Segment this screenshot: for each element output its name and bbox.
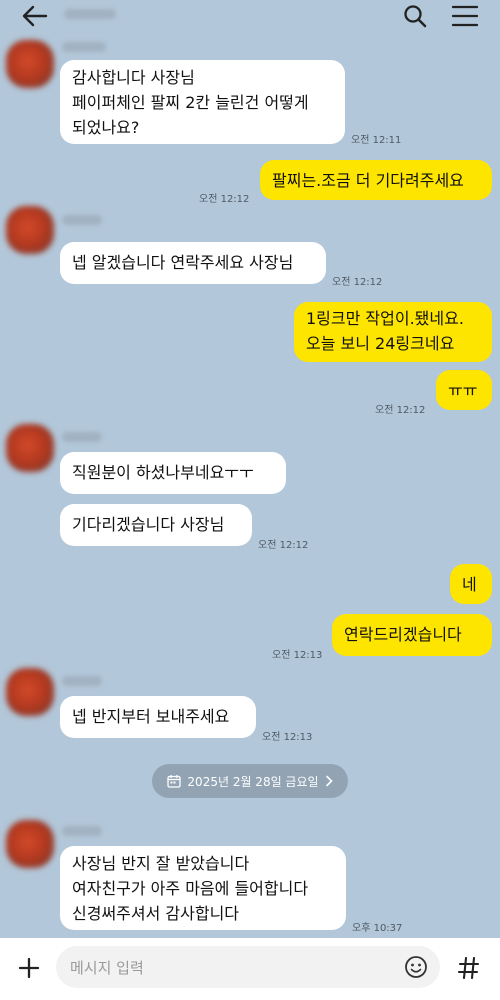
message-line: 연락드리겠습니다 [344, 625, 462, 644]
message-bubble-incoming[interactable]: 넵 알겠습니다 연락주세요 사장님 [60, 242, 326, 284]
top-bar [0, 0, 500, 32]
avatar[interactable] [6, 668, 54, 716]
calendar-icon [167, 775, 182, 788]
message-time: 오전 12:11 [351, 135, 402, 146]
message-line: 신경써주셔서 감사합니다 [72, 904, 240, 923]
search-icon[interactable] [403, 4, 427, 28]
message-time: 오전 12:12 [199, 194, 250, 205]
message-composer [0, 938, 500, 1000]
message-input[interactable] [68, 952, 392, 984]
avatar[interactable] [6, 820, 54, 868]
message-line: 여자친구가 아주 마음에 들어합니다 [72, 879, 309, 898]
message-time: 오후 10:37 [352, 923, 403, 934]
message-time: 오전 12:12 [332, 277, 383, 288]
message-time: 오전 12:12 [375, 405, 426, 416]
hash-icon[interactable] [458, 956, 480, 980]
avatar[interactable] [6, 424, 54, 472]
message-line: 직원분이 하셨나부네요ㅜㅜ [72, 463, 254, 482]
message-line: 네 [462, 575, 477, 594]
avatar[interactable] [6, 40, 54, 88]
message-line: 감사합니다 사장님 [72, 68, 195, 87]
message-line: 사장님 반지 잘 받았습니다 [72, 854, 250, 873]
hamburger-menu-icon[interactable] [452, 5, 478, 27]
date-divider[interactable]: 2025년 2월 28일 금요일 [152, 764, 348, 798]
message-line: 넵 반지부터 보내주세요 [72, 707, 230, 726]
message-line: 오늘 보니 24링크네요 [306, 334, 455, 353]
arrow-left-icon[interactable] [20, 4, 48, 28]
avatar[interactable] [6, 206, 54, 254]
message-line: ㅠㅠ [448, 381, 478, 400]
message-bubble-incoming[interactable]: 직원분이 하셨나부네요ㅜㅜ [60, 452, 286, 494]
message-bubble-incoming[interactable]: 감사합니다 사장님 페이퍼체인 팔찌 2칸 늘린건 어떻게 되었나요? [60, 60, 345, 144]
message-bubble-outgoing[interactable]: 네 [450, 564, 492, 604]
emoji-icon[interactable] [404, 955, 428, 979]
message-bubble-incoming[interactable]: 사장님 반지 잘 받았습니다 여자친구가 아주 마음에 들어합니다 신경써주셔서… [60, 846, 346, 930]
sender-name-blurred [62, 826, 102, 836]
message-time: 오전 12:12 [258, 540, 309, 551]
message-input-container[interactable] [56, 946, 440, 988]
chat-partner-name-blurred [64, 9, 116, 19]
message-bubble-outgoing[interactable]: 1링크만 작업이.됐네요. 오늘 보니 24링크네요 [294, 302, 492, 362]
message-bubble-incoming[interactable]: 넵 반지부터 보내주세요 [60, 696, 256, 738]
message-bubble-outgoing[interactable]: ㅠㅠ [436, 370, 492, 410]
message-bubble-outgoing[interactable]: 팔찌는.조금 더 기다려주세요 [260, 160, 492, 200]
message-time: 오전 12:13 [262, 732, 313, 743]
message-bubble-outgoing[interactable]: 연락드리겠습니다 [332, 614, 492, 656]
sender-name-blurred [62, 215, 102, 225]
date-divider-text: 2025년 2월 28일 금요일 [187, 774, 319, 789]
message-time: 오전 12:13 [272, 650, 323, 661]
sender-name-blurred [62, 432, 102, 442]
chevron-right-icon [325, 775, 333, 787]
message-line: 1링크만 작업이.됐네요. [306, 309, 464, 328]
message-line: 기다리겠습니다 사장님 [72, 515, 225, 534]
message-bubble-incoming[interactable]: 기다리겠습니다 사장님 [60, 504, 252, 546]
message-line: 팔찌는.조금 더 기다려주세요 [272, 171, 464, 190]
message-line: 되었나요? [72, 118, 140, 137]
plus-icon[interactable] [18, 957, 40, 979]
message-line: 페이퍼체인 팔찌 2칸 늘린건 어떻게 [72, 93, 309, 112]
message-line: 넵 알겠습니다 연락주세요 사장님 [72, 253, 294, 272]
sender-name-blurred [62, 42, 106, 52]
sender-name-blurred [62, 676, 102, 686]
